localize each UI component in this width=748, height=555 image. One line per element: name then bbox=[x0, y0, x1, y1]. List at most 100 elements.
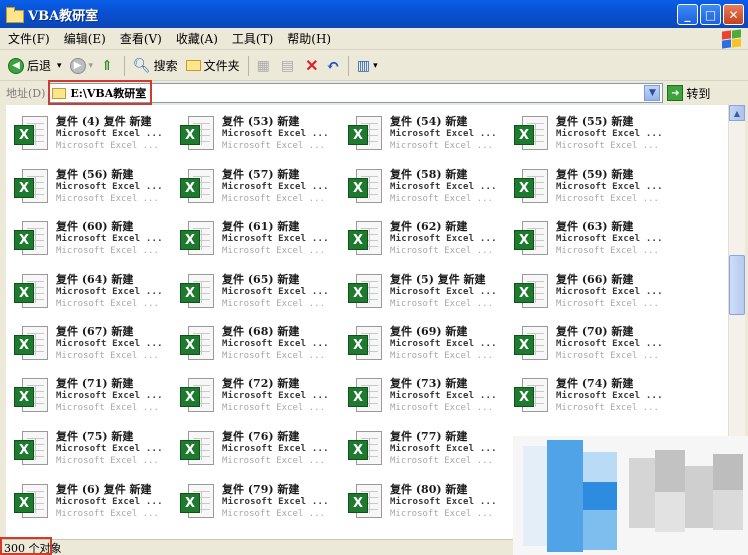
file-text: 复件 (55) 新建 Microsoft Excel ... Microsoft E… bbox=[556, 115, 676, 152]
excel-file-icon: X bbox=[12, 483, 52, 523]
menu-file[interactable]: 文件(F) bbox=[8, 30, 50, 47]
file-text: 复件 (60) 新建 Microsoft Excel ... Microsoft E… bbox=[56, 220, 176, 257]
forward-button[interactable]: ▶ ▾ bbox=[69, 57, 94, 74]
file-item[interactable]: X 复件 (55) 新建 Microsoft Excel ... Microsoft … bbox=[512, 115, 676, 165]
file-size-text: Microsoft Excel ... bbox=[56, 456, 159, 466]
excel-file-icon: X bbox=[178, 168, 218, 208]
file-item[interactable]: X 复件 (56) 新建 Microsoft Excel ... Microsoft … bbox=[12, 168, 176, 218]
file-item[interactable]: X 复件 (70) 新建 Microsoft Excel ... Microsoft … bbox=[512, 325, 676, 375]
file-item[interactable]: X 复件 (74) 新建 Microsoft Excel ... Microsoft … bbox=[512, 377, 676, 427]
file-item[interactable]: X 复件 (4) 复件 新建 Microsoft Excel ... Microsof… bbox=[12, 115, 176, 165]
file-item[interactable]: X 复件 (5) 复件 新建 Microsoft Excel ... Microsof… bbox=[346, 273, 510, 323]
file-item[interactable]: X 复件 (64) 新建 Microsoft Excel ... Microsoft … bbox=[12, 273, 176, 323]
file-text: 复件 (54) 新建 Microsoft Excel ... Microsoft E… bbox=[390, 115, 510, 152]
file-item[interactable]: X 复件 (76) 新建 Microsoft Excel ... Microsoft … bbox=[178, 430, 342, 480]
menu-edit[interactable]: 编辑(E) bbox=[64, 30, 106, 47]
file-item[interactable]: X 复件 (53) 新建 Microsoft Excel ... Microsoft … bbox=[178, 115, 342, 165]
close-button[interactable]: ✕ bbox=[723, 4, 744, 25]
excel-badge-icon: X bbox=[348, 387, 368, 407]
file-type: Microsoft Excel ... bbox=[222, 182, 329, 192]
menu-tools[interactable]: 工具(T) bbox=[232, 30, 273, 47]
forward-dropdown-icon[interactable]: ▾ bbox=[89, 61, 94, 71]
views-dropdown-icon: ▾ bbox=[373, 60, 378, 71]
file-type: Microsoft Excel ... bbox=[222, 444, 329, 454]
file-name: 复件 (62) 新建 bbox=[390, 220, 468, 233]
search-button[interactable]: 🔍︎ 搜索 bbox=[133, 57, 178, 74]
copy-to-button[interactable]: ▤ bbox=[281, 58, 297, 74]
address-dropdown-icon[interactable]: ▼ bbox=[644, 85, 661, 101]
file-size-text: Microsoft Excel ... bbox=[56, 246, 159, 256]
file-type: Microsoft Excel ... bbox=[222, 287, 329, 297]
file-size-text: Microsoft Excel ... bbox=[56, 141, 159, 151]
folders-label: 文件夹 bbox=[203, 59, 240, 73]
file-size-text: Microsoft Excel ... bbox=[222, 194, 325, 204]
file-size-text: Microsoft Excel ... bbox=[56, 299, 159, 309]
minimize-button[interactable]: _ bbox=[677, 4, 698, 25]
file-type: Microsoft Excel ... bbox=[390, 444, 497, 454]
file-item[interactable]: X 复件 (63) 新建 Microsoft Excel ... Microsoft … bbox=[512, 220, 676, 270]
file-text: 复件 (64) 新建 Microsoft Excel ... Microsoft E… bbox=[56, 273, 176, 310]
menu-help[interactable]: 帮助(H) bbox=[287, 30, 331, 47]
excel-file-icon: X bbox=[178, 220, 218, 260]
scroll-thumb[interactable] bbox=[729, 255, 745, 315]
excel-file-icon: X bbox=[512, 220, 552, 260]
go-button[interactable]: ➜ 转到 bbox=[667, 85, 710, 102]
maximize-button[interactable]: □ bbox=[700, 4, 721, 25]
back-label: 后退 bbox=[27, 59, 52, 73]
move-to-button[interactable]: ▦ bbox=[257, 58, 273, 74]
windows-logo-icon bbox=[720, 29, 742, 49]
toolbar: ◀ 后退 ▾ ▶ ▾ ⇑ 🔍︎ 搜索 文件夹 ▦ ▤ ✕ ↶ ▥ ▾ bbox=[0, 51, 748, 81]
file-item[interactable]: X 复件 (60) 新建 Microsoft Excel ... Microsoft … bbox=[12, 220, 176, 270]
file-item[interactable]: X 复件 (67) 新建 Microsoft Excel ... Microsoft … bbox=[12, 325, 176, 375]
file-name: 复件 (70) 新建 bbox=[556, 325, 634, 338]
file-item[interactable]: X 复件 (57) 新建 Microsoft Excel ... Microsoft … bbox=[178, 168, 342, 218]
search-icon: 🔍︎ bbox=[132, 57, 151, 74]
file-text: 复件 (65) 新建 Microsoft Excel ... Microsoft E… bbox=[222, 273, 342, 310]
file-text: 复件 (71) 新建 Microsoft Excel ... Microsoft E… bbox=[56, 377, 176, 414]
file-text: 复件 (62) 新建 Microsoft Excel ... Microsoft E… bbox=[390, 220, 510, 257]
file-item[interactable]: X 复件 (73) 新建 Microsoft Excel ... Microsoft … bbox=[346, 377, 510, 427]
file-type: Microsoft Excel ... bbox=[56, 444, 163, 454]
folders-button[interactable]: 文件夹 bbox=[185, 57, 240, 74]
back-button[interactable]: ◀ 后退 ▾ bbox=[8, 57, 62, 74]
file-item[interactable]: X 复件 (77) 新建 Microsoft Excel ... Microsoft … bbox=[346, 430, 510, 480]
file-text: 复件 (57) 新建 Microsoft Excel ... Microsoft E… bbox=[222, 168, 342, 205]
menu-view[interactable]: 查看(V) bbox=[120, 30, 162, 47]
file-name: 复件 (80) 新建 bbox=[390, 483, 468, 496]
file-text: 复件 (58) 新建 Microsoft Excel ... Microsoft E… bbox=[390, 168, 510, 205]
excel-file-icon: X bbox=[512, 325, 552, 365]
file-text: 复件 (59) 新建 Microsoft Excel ... Microsoft E… bbox=[556, 168, 676, 205]
file-text: 复件 (67) 新建 Microsoft Excel ... Microsoft E… bbox=[56, 325, 176, 362]
file-item[interactable]: X 复件 (80) 新建 Microsoft Excel ... Microsoft … bbox=[346, 483, 510, 533]
up-button[interactable]: ⇑ bbox=[101, 58, 116, 74]
file-item[interactable]: X 复件 (71) 新建 Microsoft Excel ... Microsoft … bbox=[12, 377, 176, 427]
file-size-text: Microsoft Excel ... bbox=[222, 246, 325, 256]
file-item[interactable]: X 复件 (62) 新建 Microsoft Excel ... Microsoft … bbox=[346, 220, 510, 270]
forward-arrow-icon: ▶ bbox=[69, 57, 86, 74]
file-item[interactable]: X 复件 (79) 新建 Microsoft Excel ... Microsoft … bbox=[178, 483, 342, 533]
excel-badge-icon: X bbox=[14, 387, 34, 407]
excel-file-icon: X bbox=[346, 483, 386, 523]
file-item[interactable]: X 复件 (6) 复件 新建 Microsoft Excel ... Microsof… bbox=[12, 483, 176, 533]
file-item[interactable]: X 复件 (59) 新建 Microsoft Excel ... Microsoft … bbox=[512, 168, 676, 218]
file-type: Microsoft Excel ... bbox=[390, 287, 497, 297]
file-item[interactable]: X 复件 (54) 新建 Microsoft Excel ... Microsoft … bbox=[346, 115, 510, 165]
file-item[interactable]: X 复件 (68) 新建 Microsoft Excel ... Microsoft … bbox=[178, 325, 342, 375]
file-item[interactable]: X 复件 (61) 新建 Microsoft Excel ... Microsoft … bbox=[178, 220, 342, 270]
file-item[interactable]: X 复件 (58) 新建 Microsoft Excel ... Microsoft … bbox=[346, 168, 510, 218]
scroll-up-button[interactable]: ▲ bbox=[729, 105, 745, 121]
views-button[interactable]: ▥ ▾ bbox=[357, 58, 378, 74]
file-text: 复件 (80) 新建 Microsoft Excel ... Microsoft E… bbox=[390, 483, 510, 520]
file-text: 复件 (5) 复件 新建 Microsoft Excel ... Microsoft… bbox=[390, 273, 510, 310]
partial-row-top: Microsoft Excel ... Microsoft Excel ... … bbox=[6, 105, 728, 109]
file-item[interactable]: X 复件 (75) 新建 Microsoft Excel ... Microsoft … bbox=[12, 430, 176, 480]
delete-button[interactable]: ✕ bbox=[305, 56, 318, 75]
file-item[interactable]: X 复件 (66) 新建 Microsoft Excel ... Microsoft … bbox=[512, 273, 676, 323]
back-dropdown-icon[interactable]: ▾ bbox=[57, 61, 62, 71]
file-item[interactable]: X 复件 (65) 新建 Microsoft Excel ... Microsoft … bbox=[178, 273, 342, 323]
undo-button[interactable]: ↶ bbox=[327, 56, 340, 75]
file-item[interactable]: X 复件 (69) 新建 Microsoft Excel ... Microsoft … bbox=[346, 325, 510, 375]
file-name: 复件 (74) 新建 bbox=[556, 377, 634, 390]
menu-favorites[interactable]: 收藏(A) bbox=[176, 30, 218, 47]
file-item[interactable]: X 复件 (72) 新建 Microsoft Excel ... Microsoft … bbox=[178, 377, 342, 427]
